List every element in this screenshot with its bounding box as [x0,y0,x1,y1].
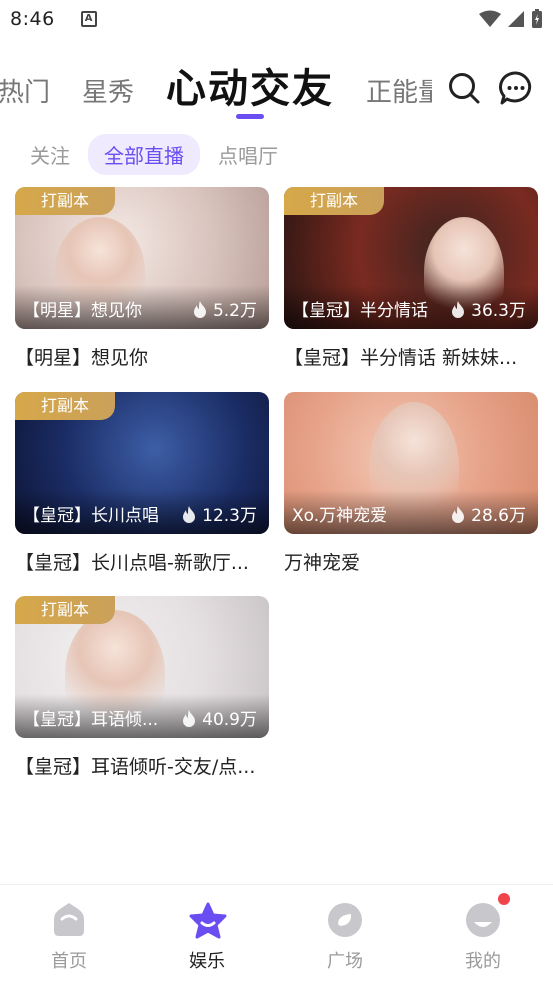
status-time: 8:46 [10,8,55,30]
room-caption: 【皇冠】长川点唱-新歌厅... [15,552,249,574]
flame-icon [183,505,196,523]
battery-icon [532,9,542,28]
nav-home[interactable]: 首页 [29,901,109,973]
viewer-count: 36.3万 [471,301,526,321]
nav-profile[interactable]: 我的 [443,893,523,973]
nav-entertainment[interactable]: 娱乐 [167,901,247,973]
flame-icon [452,300,465,318]
live-room-card[interactable]: 打副本 【皇冠】耳语倾... 40.9万 【皇冠】耳语倾听-交友/点... [15,596,269,779]
flame-icon [452,505,465,523]
sub-tab-bar: 关注 全部直播 点唱厅 [14,133,296,175]
room-thumbnail: 打副本 【皇冠】长川点唱 12.3万 [15,392,269,534]
home-icon [50,901,88,939]
room-caption: 【皇冠】半分情话 新妹妹... [284,347,518,369]
nav-label-profile: 我的 [465,951,501,972]
search-icon [449,73,480,104]
live-room-card[interactable]: Xo.万神宠爱 28.6万 万神宠爱 [284,392,538,575]
room-thumbnail: 打副本 【明星】想见你 5.2万 [15,187,269,329]
main-tab-bar: 热门 星秀 心动交友 正能量 [0,48,553,126]
room-title: 【皇冠】耳语倾... [23,710,159,730]
live-room-card[interactable]: 打副本 【皇冠】半分情话 36.3万 【皇冠】半分情话 新妹妹... [284,187,538,370]
tab-positive-energy[interactable]: 正能量 [366,72,432,109]
room-title: 【皇冠】半分情话 [292,301,428,321]
room-popularity: 12.3万 [182,501,257,526]
bottom-navigation: 首页 娱乐 广场 我的 [0,884,553,983]
room-title: 【明星】想见你 [23,301,142,321]
app-screen: 8:46 A 热门 星秀 心动交友 正能量 关注 全部直播 点唱厅 打副本 【明… [0,0,553,983]
notification-app-icon: A [80,11,97,27]
message-bubble-icon [499,71,532,105]
room-popularity: 36.3万 [451,296,526,321]
viewer-count: 28.6万 [471,506,526,526]
tab-hot[interactable]: 热门 [0,72,50,109]
room-thumbnail: Xo.万神宠爱 28.6万 [284,392,538,534]
status-indicators [479,9,543,29]
messages-button[interactable] [498,70,534,106]
room-thumbnail: 打副本 【皇冠】耳语倾... 40.9万 [15,596,269,738]
plaza-icon [326,901,364,939]
room-caption: 万神宠爱 [284,552,361,574]
subtab-song-hall[interactable]: 点唱厅 [202,134,294,175]
subtab-all-live[interactable]: 全部直播 [88,133,200,175]
tab-dating[interactable]: 心动交友 [166,56,334,114]
room-popularity: 28.6万 [451,501,526,526]
star-icon [188,901,227,939]
room-thumbnail: 打副本 【皇冠】半分情话 36.3万 [284,187,538,329]
status-bar: 8:46 A [0,0,553,38]
room-title: 【皇冠】长川点唱 [23,506,159,526]
active-tab-indicator [236,114,264,119]
flame-icon [183,709,196,727]
wifi-icon [479,10,501,27]
tab-star-show[interactable]: 星秀 [82,72,134,109]
nav-label-entertainment: 娱乐 [189,951,225,972]
live-room-card[interactable]: 打副本 【皇冠】长川点唱 12.3万 【皇冠】长川点唱-新歌厅... [15,392,269,575]
signal-icon [508,11,524,27]
viewer-count: 5.2万 [212,301,257,321]
room-badge: 打副本 [284,187,385,215]
viewer-count: 12.3万 [202,506,257,526]
room-popularity: 5.2万 [193,296,257,321]
subtab-follow[interactable]: 关注 [14,134,86,175]
room-caption: 【明星】想见你 [15,347,149,369]
room-badge: 打副本 [15,392,116,420]
room-badge: 打副本 [15,187,116,215]
room-title: Xo.万神宠爱 [292,506,388,526]
flame-icon [193,300,206,318]
live-room-card[interactable]: 打副本 【明星】想见你 5.2万 【明星】想见你 [15,187,269,370]
nav-label-plaza: 广场 [327,951,363,972]
nav-label-home: 首页 [51,951,87,972]
room-badge: 打副本 [15,596,116,624]
search-button[interactable] [446,70,482,106]
viewer-count: 40.9万 [202,710,257,730]
room-popularity: 40.9万 [182,705,257,730]
room-caption: 【皇冠】耳语倾听-交友/点... [15,756,256,778]
notification-dot [498,893,510,905]
profile-icon [464,893,510,939]
nav-plaza[interactable]: 广场 [305,901,385,973]
